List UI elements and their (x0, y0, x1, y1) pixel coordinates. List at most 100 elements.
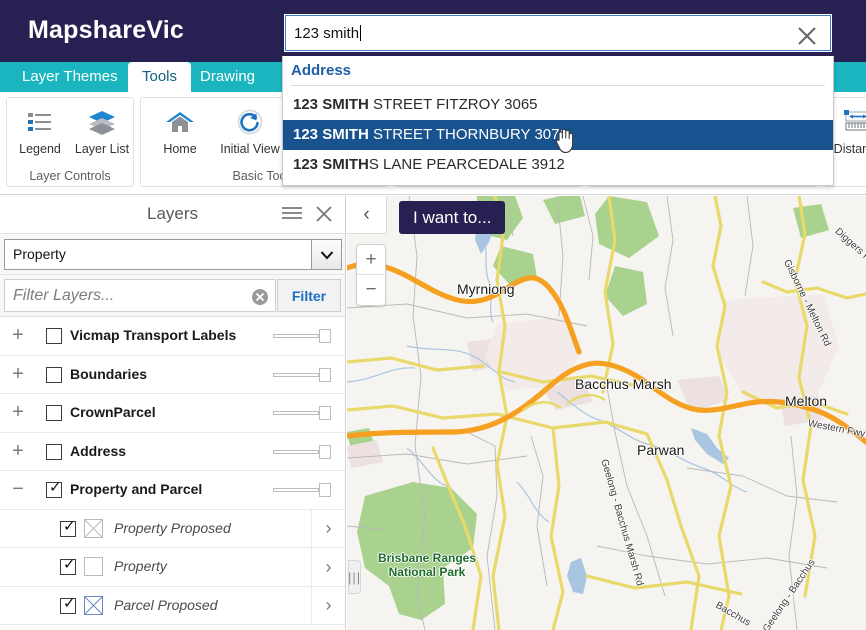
slider-track (273, 411, 319, 415)
slider-knob[interactable] (319, 329, 331, 343)
layer-checkbox[interactable] (46, 366, 62, 383)
slider-knob[interactable] (319, 367, 331, 382)
layer-checkbox[interactable] (46, 443, 62, 460)
home-button-label: Home (163, 142, 197, 156)
layer-opacity-slider[interactable] (273, 406, 331, 420)
search-box[interactable]: 123 smith (282, 12, 834, 54)
legend-icon (9, 104, 71, 140)
layer-row[interactable]: + Boundaries (0, 356, 345, 394)
sublayer-checkbox-checked[interactable]: ✓ (60, 556, 76, 575)
zoom-in-button[interactable]: + (357, 245, 385, 275)
filter-layers-placeholder: Filter Layers... (13, 287, 115, 304)
slider-knob[interactable] (319, 483, 331, 497)
slider-knob[interactable] (319, 444, 331, 459)
sublayer-row[interactable]: ✓ Parcel Proposed › (0, 586, 345, 625)
home-icon (149, 104, 211, 140)
layer-row[interactable]: + CrownParcel (0, 394, 345, 433)
suggestion-item[interactable]: 123 SMITHS LANE PEARCEDALE 3912 (283, 150, 833, 180)
layer-filter-row: Filter Layers... Filter (0, 275, 345, 317)
zoom-out-button[interactable]: − (357, 275, 385, 305)
layer-row[interactable]: + Address (0, 433, 345, 471)
ribbon-group-layer-controls: Legend Layer List Layer Controls (6, 97, 134, 187)
suggestion-match-text: 123 SMITH (293, 156, 369, 173)
layer-checkbox[interactable] (46, 405, 62, 421)
sublayer-checkbox-checked[interactable]: ✓ (60, 595, 76, 614)
expand-toggle-icon[interactable]: + (9, 325, 27, 345)
chevron-left-icon: ‹ (363, 203, 370, 225)
tab-layer-themes[interactable]: Layer Themes (8, 62, 132, 92)
ribbon-group-label-layer-controls: Layer Controls (29, 169, 111, 183)
suggestion-match-text: 123 SMITH (293, 96, 369, 113)
sublayer-detail-chevron-icon[interactable]: › (311, 548, 345, 586)
map-viewport[interactable]: Myrniong Bacchus Marsh Melton Parwan Bri… (347, 196, 866, 630)
layer-opacity-slider[interactable] (273, 367, 331, 382)
layer-opacity-slider[interactable] (273, 483, 331, 497)
suggestion-item[interactable]: 123 SMITH STREET FITZROY 3065 (283, 90, 833, 120)
layer-name: Vicmap Transport Labels (70, 327, 237, 343)
search-input-value: 123 smith (294, 25, 360, 42)
layer-theme-select-row: Property (0, 235, 345, 275)
expand-toggle-icon[interactable]: + (9, 441, 27, 461)
suggestion-match-text: 123 SMITH (293, 126, 369, 143)
layer-name: CrownParcel (70, 404, 156, 420)
initial-view-button[interactable]: Initial View (213, 104, 287, 156)
search-clear-button[interactable] (794, 23, 820, 49)
sublayer-name: Parcel Proposed (114, 596, 218, 613)
tab-drawing[interactable]: Drawing (186, 62, 269, 92)
sublayer-detail-chevron-icon[interactable]: › (311, 509, 345, 548)
app-brand-title: MapshareVic (28, 16, 184, 44)
hamburger-menu-icon[interactable] (281, 205, 303, 228)
chevron-down-icon[interactable] (311, 240, 341, 269)
slider-track (273, 488, 319, 492)
layer-list-icon (71, 104, 133, 140)
search-input-inner[interactable]: 123 smith (285, 15, 831, 51)
home-button[interactable]: Home (149, 104, 211, 156)
sublayer-detail-chevron-icon[interactable]: › (311, 586, 345, 625)
slider-knob[interactable] (319, 406, 331, 420)
suggestion-rest-text: S LANE PEARCEDALE 3912 (368, 156, 565, 173)
expand-toggle-icon[interactable]: + (9, 402, 27, 422)
collapse-toggle-icon[interactable]: − (9, 479, 27, 499)
legend-button[interactable]: Legend (9, 104, 71, 156)
panel-splitter-handle[interactable]: ||| (348, 560, 361, 594)
initial-view-button-label: Initial View (220, 142, 280, 156)
layer-name: Boundaries (70, 365, 148, 382)
suggestion-item-selected[interactable]: 123 SMITH STREET THORNBURY 3071 (283, 120, 833, 154)
checkmark-icon: ✓ (63, 556, 76, 573)
checkmark-icon: ✓ (49, 479, 62, 496)
layer-checkbox-checked[interactable]: ✓ (46, 479, 62, 498)
sublayer-row[interactable]: ✓ Property Proposed › (0, 509, 345, 548)
layer-opacity-slider[interactable] (273, 444, 331, 459)
initial-view-icon (213, 104, 287, 140)
drag-handle-icon: ||| (347, 569, 362, 585)
filter-button[interactable]: Filter (277, 279, 341, 312)
search-input[interactable]: 123 smith (294, 25, 362, 42)
collapse-panel-button[interactable]: ‹ (347, 196, 387, 234)
slider-track (273, 334, 319, 338)
search-suggestions-dropdown: Address 123 SMITH STREET FITZROY 3065 12… (282, 56, 834, 186)
tab-tools[interactable]: Tools (128, 62, 192, 93)
clear-circle-icon[interactable] (251, 288, 269, 311)
filter-layers-input[interactable]: Filter Layers... (4, 279, 276, 312)
layer-theme-select[interactable]: Property (4, 239, 342, 270)
close-icon[interactable] (315, 205, 333, 228)
symbol-swatch-crossbox-blue (84, 595, 103, 615)
map-canvas (347, 196, 866, 630)
layers-panel-header: Layers (0, 196, 345, 234)
layer-row[interactable]: − ✓ Property and Parcel (0, 471, 345, 510)
sublayer-name: Property (114, 558, 167, 574)
sublayer-checkbox-checked[interactable]: ✓ (60, 518, 76, 537)
slider-track (273, 449, 319, 454)
layer-theme-select-value: Property (13, 246, 66, 262)
layer-name: Property and Parcel (70, 481, 203, 497)
suggestion-rest-text: STREET THORNBURY 3071 (368, 126, 568, 143)
sublayer-row[interactable]: ✓ Property › (0, 548, 345, 587)
layers-panel: Layers Property Filter Layers... Filter … (0, 196, 346, 630)
layer-checkbox[interactable] (46, 328, 62, 344)
layer-row[interactable]: + Vicmap Transport Labels (0, 317, 345, 356)
layer-list-button[interactable]: Layer List (71, 104, 133, 156)
layer-opacity-slider[interactable] (273, 329, 331, 343)
expand-toggle-icon[interactable]: + (9, 364, 27, 384)
i-want-to-button[interactable]: I want to... (399, 201, 506, 234)
symbol-swatch-crossbox-gray (84, 518, 103, 538)
